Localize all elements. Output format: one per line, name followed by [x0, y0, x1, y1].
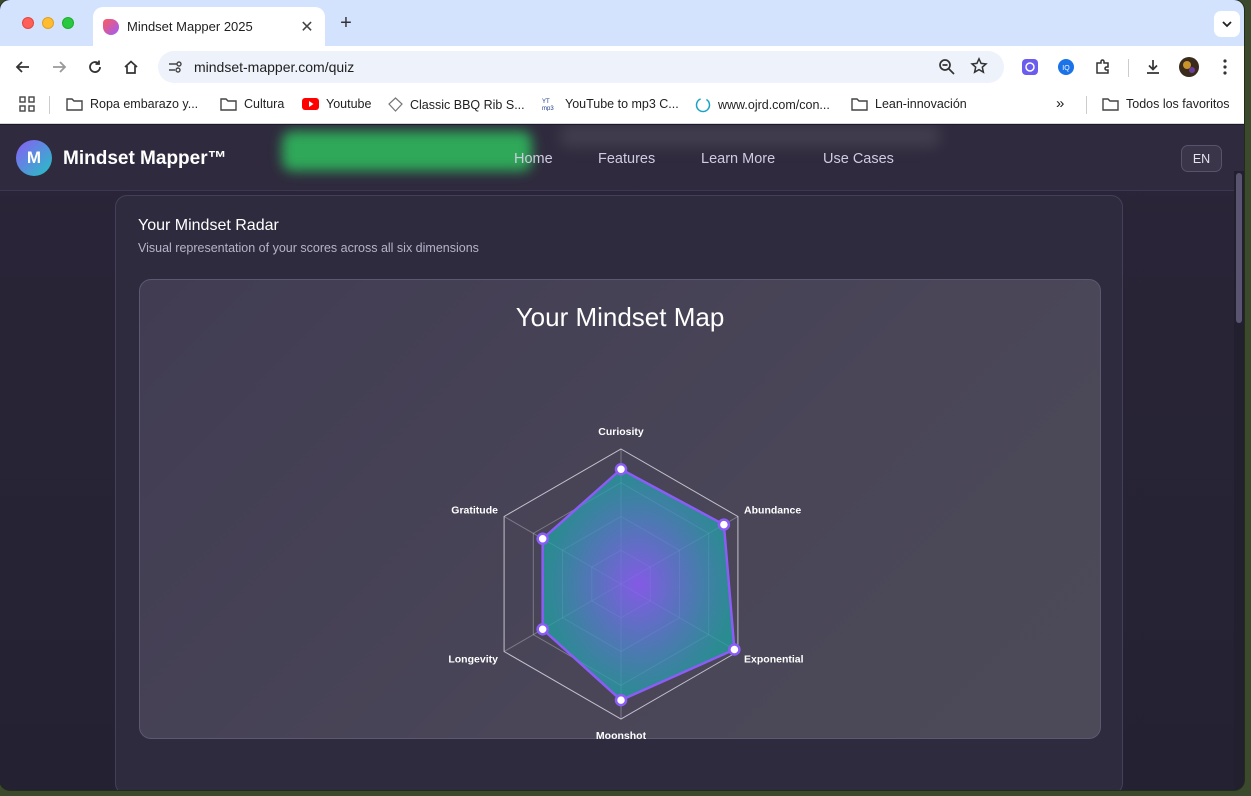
arrow-left-icon — [15, 61, 29, 73]
language-button[interactable]: EN — [1181, 145, 1222, 172]
youtube-icon — [302, 98, 319, 110]
scrollbar-thumb[interactable] — [1236, 173, 1242, 323]
site-favicon-icon — [103, 18, 119, 35]
maximize-window-button[interactable] — [62, 17, 74, 29]
bookmark-cultura[interactable]: Cultura — [220, 97, 284, 111]
home-icon — [124, 60, 138, 74]
home-button[interactable] — [119, 55, 143, 79]
svg-text:IQ: IQ — [1062, 65, 1070, 72]
bookmark-ytmp3[interactable]: YT mp3 YouTube to mp3 C... — [542, 97, 679, 111]
blurred-overlay — [560, 125, 940, 147]
bookmark-label: www.ojrd.com/con... — [718, 98, 830, 112]
bookmark-ropa[interactable]: Ropa embarazo y... — [66, 97, 198, 111]
more-bookmarks-icon[interactable]: » — [1056, 95, 1064, 112]
radar-axis-label: Moonshot — [596, 730, 647, 740]
all-bookmarks-folder[interactable]: Todos los favoritos — [1102, 97, 1230, 111]
arrow-right-icon — [53, 61, 67, 73]
radar-chart-panel: Your Mindset Map Curiosity Abundance Expon… — [139, 279, 1101, 740]
radar-data-point — [536, 622, 549, 636]
extension-purple-icon[interactable] — [1020, 57, 1040, 77]
bookmark-label: Lean-innovación — [875, 97, 967, 111]
chevron-down-icon — [1222, 21, 1232, 28]
site-icon — [695, 97, 711, 113]
card-subtitle: Visual representation of your scores acr… — [138, 241, 479, 255]
radar-data-point — [614, 463, 628, 476]
address-bar[interactable]: mindset-mapper.com/quiz — [158, 51, 1004, 83]
browser-window: Mindset Mapper 2025 ✕ + mindset-mapper.c… — [0, 0, 1244, 790]
radar-series-area — [541, 467, 736, 702]
bookmark-label: Todos los favoritos — [1126, 97, 1230, 111]
web-page: M Mindset Mapper™ Home Features Learn Mo… — [0, 125, 1244, 790]
bookmark-lean[interactable]: Lean-innovación — [851, 97, 967, 111]
bookmark-bbq[interactable]: Classic BBQ Rib S... — [388, 97, 525, 112]
bookmarks-divider — [49, 96, 50, 114]
folder-icon — [66, 97, 83, 111]
radar-data-point — [728, 643, 741, 656]
active-tab[interactable]: Mindset Mapper 2025 ✕ — [93, 7, 325, 46]
radar-axis-label: Exponential — [744, 654, 804, 666]
radar-axis-label: Curiosity — [598, 426, 644, 438]
brand-name[interactable]: Mindset Mapper™ — [63, 148, 227, 170]
url-text: mindset-mapper.com/quiz — [194, 59, 355, 75]
extensions-puzzle-icon[interactable] — [1093, 57, 1113, 77]
radar-axis-label: Longevity — [448, 654, 498, 666]
zoom-icon[interactable] — [938, 58, 956, 81]
bookmark-star-icon[interactable] — [970, 56, 988, 80]
bookmark-label: Ropa embarazo y... — [90, 97, 199, 111]
radar-data-point — [614, 693, 628, 707]
svg-text:mp3: mp3 — [542, 106, 554, 111]
back-button[interactable] — [11, 55, 35, 79]
bookmarks-bar: Ropa embarazo y... Cultura Youtube Class… — [0, 88, 1244, 124]
radar-axis-label: Abundance — [744, 505, 801, 517]
bookmark-label: Youtube — [326, 97, 372, 111]
nav-use-cases[interactable]: Use Cases — [823, 151, 894, 167]
bookmark-label: YouTube to mp3 C... — [565, 97, 679, 111]
svg-text:YT: YT — [542, 99, 550, 105]
nav-learn-more[interactable]: Learn More — [701, 151, 775, 167]
site-navbar: M Mindset Mapper™ Home Features Learn Mo… — [0, 125, 1244, 191]
menu-kebab-icon[interactable] — [1215, 57, 1235, 77]
forward-button[interactable] — [47, 55, 71, 79]
yt-mp3-icon: YT mp3 — [542, 97, 558, 111]
card-title: Your Mindset Radar — [138, 217, 279, 234]
blurred-overlay — [282, 131, 532, 171]
extension-blue-icon[interactable]: IQ — [1056, 57, 1076, 77]
reload-button[interactable] — [83, 55, 107, 79]
mindset-radar-card: Your Mindset Radar Visual representation… — [115, 195, 1123, 790]
radar-data-point — [536, 532, 549, 546]
close-window-button[interactable] — [22, 17, 34, 29]
site-icon — [388, 97, 403, 112]
bookmark-youtube[interactable]: Youtube — [302, 97, 371, 111]
tab-strip: Mindset Mapper 2025 ✕ + — [0, 0, 1244, 46]
bookmarks-divider — [1086, 96, 1087, 114]
radar-axis-label: Gratitude — [451, 505, 498, 517]
bookmark-ojrd[interactable]: www.ojrd.com/con... — [695, 97, 830, 113]
tab-title: Mindset Mapper 2025 — [127, 19, 253, 34]
reload-icon — [89, 60, 101, 73]
folder-icon — [220, 97, 237, 111]
tab-search-button[interactable] — [1214, 11, 1240, 37]
radar-data-point — [717, 518, 731, 531]
apps-grid-icon[interactable] — [19, 96, 35, 112]
bookmark-label: Cultura — [244, 97, 285, 111]
folder-icon — [851, 97, 868, 111]
toolbar-divider — [1128, 59, 1129, 77]
nav-home[interactable]: Home — [514, 151, 553, 167]
site-logo[interactable]: M — [16, 140, 52, 176]
profile-avatar[interactable] — [1179, 57, 1199, 77]
new-tab-button[interactable]: + — [336, 12, 356, 35]
downloads-icon[interactable] — [1143, 57, 1163, 77]
minimize-window-button[interactable] — [42, 17, 54, 29]
site-settings-icon[interactable] — [167, 59, 183, 80]
browser-toolbar: mindset-mapper.com/quiz IQ — [0, 46, 1244, 88]
radar-chart: Curiosity Abundance Exponential Moonshot Lon… — [448, 426, 804, 740]
bookmark-label: Classic BBQ Rib S... — [410, 97, 525, 112]
folder-icon — [1102, 97, 1119, 111]
nav-features[interactable]: Features — [598, 151, 655, 167]
close-tab-icon[interactable]: ✕ — [299, 17, 315, 37]
